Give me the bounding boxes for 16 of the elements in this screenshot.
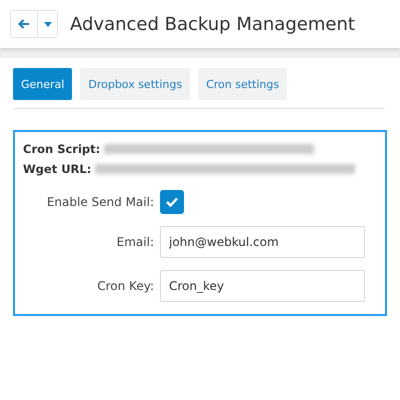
- info-label: Cron Script:: [23, 142, 100, 156]
- caret-icon: [44, 22, 52, 26]
- page-title: Advanced Backup Management: [70, 14, 355, 34]
- checkbox[interactable]: [160, 190, 184, 214]
- input-field[interactable]: Cron_key: [160, 270, 365, 302]
- info-label: Wget URL:: [23, 162, 92, 176]
- check-icon: [166, 197, 178, 207]
- field-label: Enable Send Mail:: [46, 195, 154, 209]
- tab[interactable]: Dropbox settings: [80, 68, 190, 100]
- tab[interactable]: General: [13, 68, 72, 100]
- dropdown-button[interactable]: [37, 11, 57, 37]
- field-label: Email:: [116, 235, 154, 249]
- input-field[interactable]: john@webkul.com: [160, 226, 365, 258]
- tab[interactable]: Cron settings: [198, 68, 288, 100]
- arrow-left-icon: [18, 19, 30, 29]
- field-label: Cron Key:: [96, 279, 154, 293]
